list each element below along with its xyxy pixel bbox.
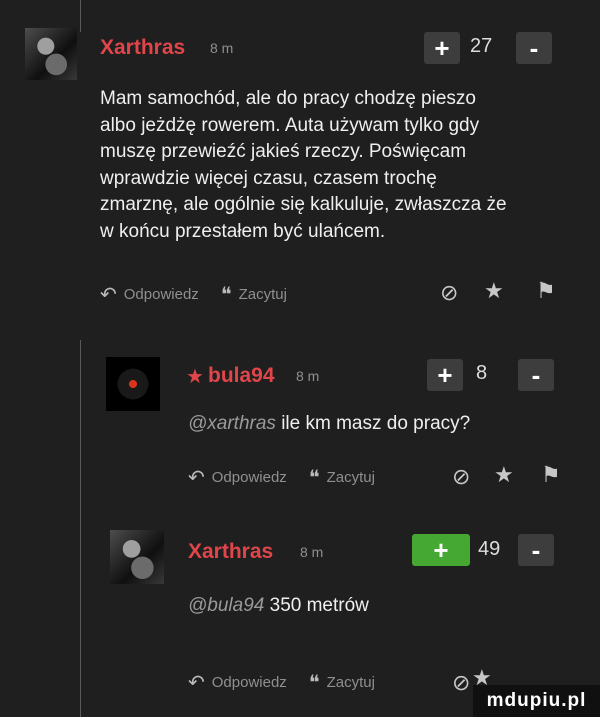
mention-link[interactable]: @bula94: [188, 595, 264, 616]
upvote-button[interactable]: +: [427, 359, 463, 391]
upvote-button[interactable]: +: [412, 534, 470, 566]
comment-time: 8 m: [296, 368, 320, 384]
comment-actions: ↶ Odpowiedz ❝ Zacytuj: [188, 670, 375, 695]
vote-count: 27: [470, 35, 493, 57]
username[interactable]: Xarthras: [100, 36, 185, 60]
block-icon[interactable]: ⊘: [440, 280, 458, 306]
mention-link[interactable]: @xarthras: [188, 413, 276, 434]
thread-line-main: [80, 340, 81, 717]
quote-link[interactable]: Zacytuj: [327, 674, 375, 691]
comment-actions: ↶ Odpowiedz ❝ Zacytuj: [188, 465, 375, 490]
comment-text: 350 metrów: [269, 595, 369, 616]
quote-icon: ❝: [220, 284, 232, 306]
reply-link[interactable]: Odpowiedz: [212, 469, 287, 486]
reply-arrow-icon: ↶: [100, 284, 117, 306]
reply-arrow-icon: ↶: [188, 467, 205, 489]
avatar[interactable]: [25, 28, 77, 80]
reply-link[interactable]: Odpowiedz: [212, 674, 287, 691]
comment-line: muszę przewieźć jakieś rzeczy. Poświęcam: [100, 141, 467, 162]
username[interactable]: bula94: [208, 364, 275, 388]
comment-text: ile km masz do pracy?: [281, 413, 471, 434]
quote-link[interactable]: Zacytuj: [239, 286, 287, 303]
quote-link[interactable]: Zacytuj: [327, 469, 375, 486]
downvote-button[interactable]: -: [518, 534, 554, 566]
star-icon[interactable]: ★: [494, 462, 514, 488]
comment-line: Mam samochód, ale do pracy chodzę pieszo: [100, 88, 476, 109]
avatar[interactable]: [110, 530, 164, 584]
vote-count: 8: [476, 362, 488, 384]
upvote-button[interactable]: +: [424, 32, 460, 64]
reply-link[interactable]: Odpowiedz: [124, 286, 199, 303]
comment-actions: ↶ Odpowiedz ❝ Zacytuj: [100, 282, 287, 307]
quote-icon: ❝: [308, 467, 320, 489]
thread-line-top: [80, 0, 81, 32]
comment-line: zmarznę, ale ogólnie się kalkuluje, zwła…: [100, 194, 507, 215]
star-icon[interactable]: ★: [484, 278, 504, 304]
username[interactable]: Xarthras: [188, 540, 273, 564]
comment-time: 8 m: [210, 40, 234, 56]
comment-line: wprawdzie więcej czasu, czasem trochę: [100, 167, 437, 189]
block-icon[interactable]: ⊘: [452, 670, 470, 696]
flag-icon[interactable]: ⚑: [541, 462, 561, 488]
quote-icon: ❝: [308, 672, 320, 694]
comment-time: 8 m: [300, 544, 324, 560]
comment-body: Mam samochód, ale do pracy chodzę pieszo…: [100, 86, 580, 245]
block-icon[interactable]: ⊘: [452, 464, 470, 490]
comment-body: @xarthras ile km masz do pracy?: [188, 411, 568, 438]
downvote-button[interactable]: -: [516, 32, 552, 64]
avatar[interactable]: [106, 357, 160, 411]
comment-line: w końcu przestałem być ulańcem.: [100, 220, 386, 242]
downvote-button[interactable]: -: [518, 359, 554, 391]
vote-count: 49: [478, 538, 501, 560]
comment-body: @bula94 350 metrów: [188, 593, 568, 620]
reply-arrow-icon: ↶: [188, 672, 205, 694]
watermark: mdupiu.pl: [473, 685, 600, 717]
comment-line: albo jeżdżę rowerem. Auta używam tylko g…: [100, 114, 480, 136]
flag-icon[interactable]: ⚑: [536, 278, 556, 304]
star-icon: ★: [186, 366, 204, 388]
